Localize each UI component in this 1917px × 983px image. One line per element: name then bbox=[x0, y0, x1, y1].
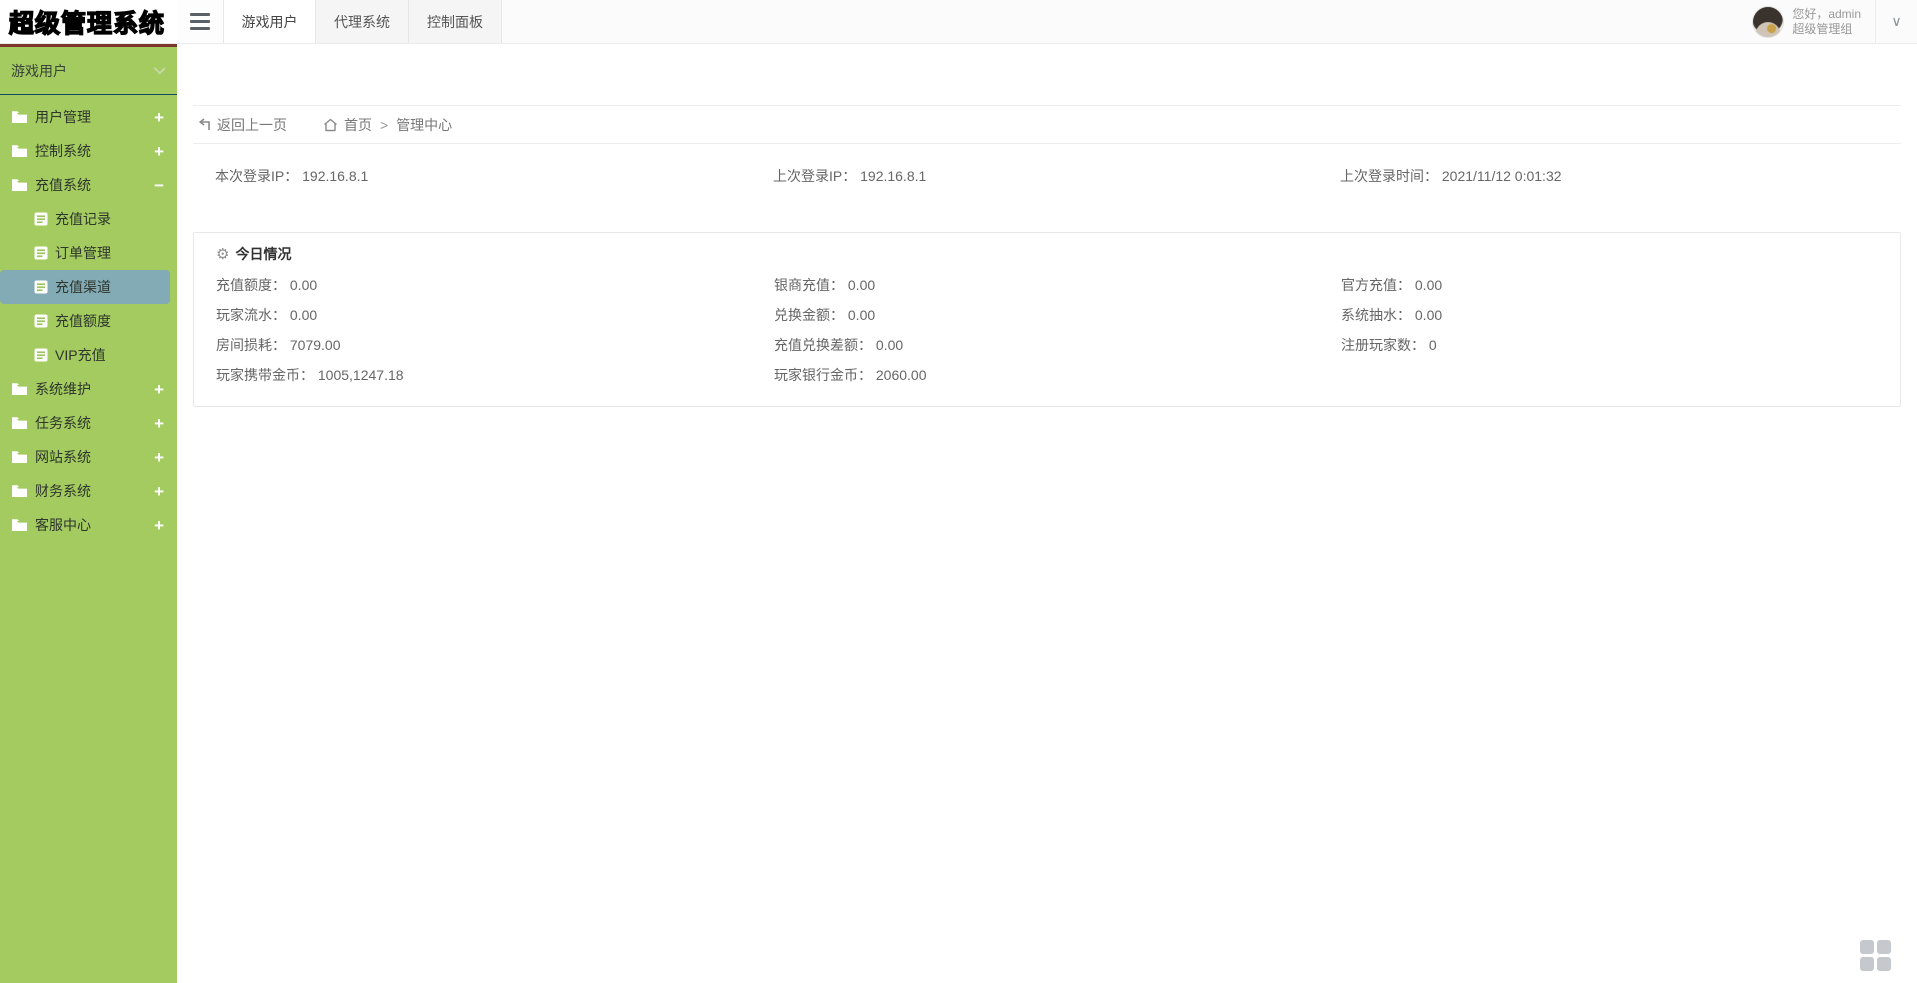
login-info-row: 本次登录IP： 192.16.8.1上次登录IP： 192.16.8.1上次登录… bbox=[193, 144, 1901, 208]
collapse-minus-icon[interactable]: − bbox=[154, 177, 164, 194]
sidebar-item-网站系统[interactable]: 网站系统 + bbox=[0, 440, 177, 474]
sidebar-item-订单管理[interactable]: 订单管理 bbox=[0, 236, 177, 270]
breadcrumb: 返回上一页 首页 > 管理中心 bbox=[193, 106, 1901, 143]
user-greeting: 您好，admin bbox=[1792, 7, 1861, 22]
app-logo-text: 超级管理系统 bbox=[9, 4, 165, 40]
stat-item: 兑换金额： 0.00 bbox=[774, 300, 1341, 330]
sidebar-item-客服中心[interactable]: 客服中心 + bbox=[0, 508, 177, 542]
sidebar-item-系统维护[interactable]: 系统维护 + bbox=[0, 372, 177, 406]
user-role: 超级管理组 bbox=[1792, 22, 1861, 37]
sidebar-item-label: 系统维护 bbox=[35, 379, 91, 399]
document-icon bbox=[34, 280, 48, 294]
sidebar-item-label: 用户管理 bbox=[35, 107, 91, 127]
user-area: 您好，admin 超级管理组 ∨ bbox=[1752, 0, 1917, 43]
expand-plus-icon[interactable]: + bbox=[154, 381, 164, 398]
stat-item: 注册玩家数： 0 bbox=[1341, 330, 1900, 360]
expand-plus-icon[interactable]: + bbox=[154, 415, 164, 432]
hamburger-menu-icon[interactable] bbox=[177, 0, 223, 43]
back-arrow-icon bbox=[197, 118, 211, 131]
sidebar-item-label: 充值额度 bbox=[55, 311, 111, 331]
login-info-item: 本次登录IP： 192.16.8.1 bbox=[215, 166, 773, 186]
today-summary-card: ⚙ 今日情况 充值额度： 0.00银商充值： 0.00官方充值： 0.00 玩家流… bbox=[193, 232, 1901, 407]
breadcrumb-separator: > bbox=[380, 117, 388, 133]
home-icon bbox=[323, 118, 338, 132]
sidebar-item-充值额度[interactable]: 充值额度 bbox=[0, 304, 177, 338]
folder-icon bbox=[11, 110, 28, 124]
stat-item: 银商充值： 0.00 bbox=[774, 270, 1341, 300]
user-dropdown-chevron-icon[interactable]: ∨ bbox=[1875, 0, 1917, 43]
stat-item: 房间损耗： 7079.00 bbox=[216, 330, 774, 360]
expand-plus-icon[interactable]: + bbox=[154, 449, 164, 466]
sidebar-item-充值系统[interactable]: 充值系统 − bbox=[0, 168, 177, 202]
stat-item: 充值额度： 0.00 bbox=[216, 270, 774, 300]
sidebar-item-label: 财务系统 bbox=[35, 481, 91, 501]
card-title-row: ⚙ 今日情况 bbox=[216, 244, 1900, 264]
sidebar-header-game-users[interactable]: 游戏用户 bbox=[0, 47, 177, 94]
folder-icon bbox=[11, 382, 28, 396]
gear-icon: ⚙ bbox=[216, 245, 229, 263]
sidebar-item-label: 充值系统 bbox=[35, 175, 91, 195]
sidebar-item-label: VIP充值 bbox=[55, 345, 106, 365]
sidebar-item-label: 任务系统 bbox=[35, 413, 91, 433]
stat-item: 官方充值： 0.00 bbox=[1341, 270, 1900, 300]
document-icon bbox=[34, 348, 48, 362]
folder-icon bbox=[11, 144, 28, 158]
stat-item: 玩家银行金币： 2060.00 bbox=[774, 360, 1341, 390]
layout-grid-icon[interactable] bbox=[1860, 940, 1891, 971]
stat-item: 充值兑换差额： 0.00 bbox=[774, 330, 1341, 360]
document-icon bbox=[34, 314, 48, 328]
sidebar-item-充值渠道[interactable]: 充值渠道 bbox=[0, 270, 170, 304]
sidebar: 游戏用户 用户管理 + 控制系统 + 充值系统 − 充值记录订单管理充值渠道充值额度 VIP充… bbox=[0, 44, 177, 983]
sidebar-item-用户管理[interactable]: 用户管理 + bbox=[0, 100, 177, 134]
expand-plus-icon[interactable]: + bbox=[154, 109, 164, 126]
today-stats-grid: 充值额度： 0.00银商充值： 0.00官方充值： 0.00 玩家流水： 0.00… bbox=[216, 270, 1900, 390]
tab-游戏用户[interactable]: 游戏用户 bbox=[223, 0, 316, 43]
sidebar-header-label: 游戏用户 bbox=[11, 63, 67, 79]
stat-item: 系统抽水： 0.00 bbox=[1341, 300, 1900, 330]
login-info-item: 上次登录时间： 2021/11/12 0:01:32 bbox=[1340, 166, 1901, 186]
sidebar-item-财务系统[interactable]: 财务系统 + bbox=[0, 474, 177, 508]
sidebar-item-任务系统[interactable]: 任务系统 + bbox=[0, 406, 177, 440]
breadcrumb-trail: 首页 > 管理中心 bbox=[323, 115, 452, 135]
stat-item: 玩家流水： 0.00 bbox=[216, 300, 774, 330]
card-title: 今日情况 bbox=[235, 244, 291, 264]
sidebar-menu: 用户管理 + 控制系统 + 充值系统 − 充值记录订单管理充值渠道充值额度 VIP充值系统维护… bbox=[0, 95, 177, 542]
back-link[interactable]: 返回上一页 bbox=[193, 115, 287, 135]
sidebar-item-充值记录[interactable]: 充值记录 bbox=[0, 202, 177, 236]
sidebar-item-label: 客服中心 bbox=[35, 515, 91, 535]
tab-代理系统[interactable]: 代理系统 bbox=[316, 0, 409, 43]
avatar[interactable] bbox=[1752, 6, 1784, 38]
app-logo: 超级管理系统 bbox=[0, 0, 177, 43]
user-info: 您好，admin 超级管理组 bbox=[1792, 7, 1861, 37]
expand-plus-icon[interactable]: + bbox=[154, 143, 164, 160]
folder-icon bbox=[11, 450, 28, 464]
sidebar-item-label: 控制系统 bbox=[35, 141, 91, 161]
back-link-label: 返回上一页 bbox=[217, 115, 287, 135]
top-bar: 超级管理系统 游戏用户代理系统控制面板 您好，admin 超级管理组 ∨ bbox=[0, 0, 1917, 44]
tab-控制面板[interactable]: 控制面板 bbox=[409, 0, 502, 43]
folder-icon bbox=[11, 416, 28, 430]
folder-icon bbox=[11, 178, 28, 192]
sidebar-item-label: 充值渠道 bbox=[55, 277, 111, 297]
expand-plus-icon[interactable]: + bbox=[154, 517, 164, 534]
sidebar-item-label: 订单管理 bbox=[55, 243, 111, 263]
expand-plus-icon[interactable]: + bbox=[154, 483, 164, 500]
breadcrumb-current: 管理中心 bbox=[396, 115, 452, 135]
folder-icon bbox=[11, 518, 28, 532]
stat-item: 玩家携带金币： 1005,1247.18 bbox=[216, 360, 774, 390]
sidebar-item-控制系统[interactable]: 控制系统 + bbox=[0, 134, 177, 168]
folder-icon bbox=[11, 484, 28, 498]
sidebar-item-label: 充值记录 bbox=[55, 209, 111, 229]
document-icon bbox=[34, 212, 48, 226]
sidebar-item-label: 网站系统 bbox=[35, 447, 91, 467]
breadcrumb-home[interactable]: 首页 bbox=[344, 115, 372, 135]
login-info-item: 上次登录IP： 192.16.8.1 bbox=[773, 166, 1340, 186]
document-icon bbox=[34, 246, 48, 260]
main-content: 返回上一页 首页 > 管理中心 本次登录IP： 192.16.8.1上次登录IP… bbox=[177, 44, 1917, 983]
top-tabs: 游戏用户代理系统控制面板 bbox=[223, 0, 502, 43]
chevron-down-icon bbox=[153, 62, 165, 74]
sidebar-item-VIP充值[interactable]: VIP充值 bbox=[0, 338, 177, 372]
